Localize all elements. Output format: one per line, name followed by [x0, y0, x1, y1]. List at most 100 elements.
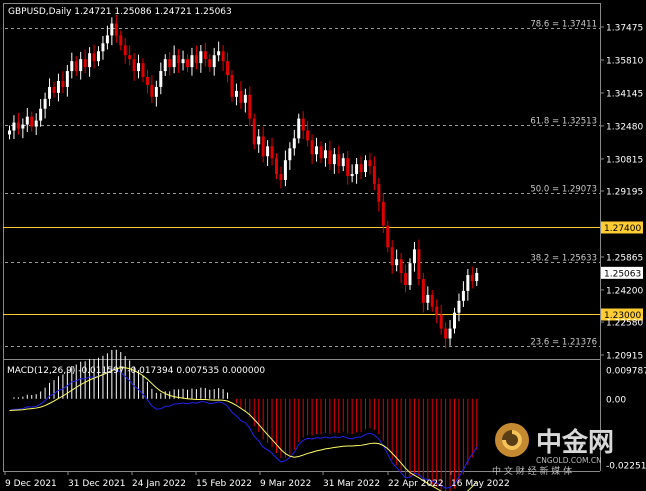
time-label-2: 24 Jan 2022	[132, 479, 186, 489]
price-label-7: 1.24200	[606, 286, 643, 296]
candle-body	[168, 59, 172, 68]
price-label-0: 1.37475	[606, 24, 643, 34]
fib-label-0: 78.6 = 1.37411	[530, 20, 597, 30]
candle-body	[292, 138, 296, 149]
symbol-info: GBPUSD,Daily 1.24721 1.25086 1.24721 1.2…	[8, 7, 232, 17]
candle-body	[74, 61, 78, 72]
price-label-2: 1.34145	[606, 89, 643, 99]
candle-body	[381, 201, 385, 226]
fib-label-3: 38.2 = 1.25633	[530, 254, 597, 264]
candle-body	[56, 80, 60, 93]
watermark-domain: CNGOLD.COM.CN	[536, 456, 602, 465]
candle-body	[453, 312, 456, 329]
cngold-logo-icon	[495, 423, 529, 457]
candle-body	[288, 148, 292, 161]
candle-body	[230, 75, 234, 97]
candle-body	[395, 259, 399, 266]
candle-body	[368, 160, 372, 167]
candle-body	[337, 154, 341, 167]
candle-body	[123, 45, 127, 56]
time-label-6: 22 Apr 2022	[388, 479, 444, 489]
candle-body	[221, 51, 225, 62]
candle-body	[177, 55, 181, 64]
candle-body	[435, 306, 439, 315]
time-label-5: 31 Mar 2022	[323, 479, 380, 489]
candle-body	[266, 146, 270, 157]
candle-body	[448, 328, 452, 339]
candle-body	[159, 71, 163, 87]
time-label-7: 16 May 2022	[451, 479, 510, 489]
candle-body	[275, 158, 278, 175]
candle-body	[119, 35, 123, 46]
candle-body	[323, 150, 327, 159]
candle-body	[101, 43, 105, 52]
candle-body	[257, 136, 261, 145]
price-label-8: 1.22580	[606, 319, 643, 329]
candle-body	[30, 116, 34, 127]
candle-body	[132, 59, 136, 72]
candle-body	[65, 71, 69, 87]
key-level-text-0: 1.27400	[604, 224, 641, 234]
candle-body	[226, 61, 230, 76]
macd-axis-label-0: 0.009787	[606, 367, 646, 377]
candle-body	[283, 160, 287, 181]
candle-body	[203, 51, 207, 60]
candle-body	[261, 136, 265, 157]
candle-body	[16, 122, 20, 129]
candle-body	[444, 328, 448, 339]
candle-body	[43, 98, 47, 109]
current-price-text: 1.25063	[604, 269, 641, 279]
candle-body	[186, 59, 189, 68]
candle-body	[92, 53, 96, 62]
candle-body	[145, 77, 149, 85]
fib-label-1: 61.8 = 1.32513	[530, 117, 597, 127]
candle-body	[114, 23, 118, 36]
candle-body	[346, 158, 350, 177]
candle-body	[332, 154, 336, 165]
fib-label-4: 23.6 = 1.21376	[530, 338, 597, 348]
candle-body	[194, 55, 198, 64]
candle-body	[279, 174, 283, 181]
price-label-1: 1.35810	[606, 56, 643, 66]
price-label-6: 1.25865	[606, 253, 643, 263]
candle-body	[341, 158, 345, 167]
candle-body	[25, 116, 29, 125]
candle-body	[154, 86, 158, 97]
candle-body	[172, 55, 176, 68]
candle-body	[48, 86, 52, 99]
price-label-4: 1.30815	[606, 155, 643, 165]
candle-body	[470, 275, 474, 282]
candle-body	[105, 35, 109, 44]
candle-body	[181, 59, 185, 64]
candle-body	[461, 290, 465, 301]
candle-body	[61, 80, 65, 87]
candle-body	[141, 63, 145, 78]
candle-body	[390, 247, 394, 266]
candle-body	[163, 59, 167, 72]
fib-label-2: 50.0 = 1.29073	[530, 185, 597, 195]
time-label-3: 15 Feb 2022	[196, 479, 252, 489]
price-label-9: 1.20915	[606, 352, 643, 362]
candle-body	[190, 55, 194, 68]
candle-body	[319, 146, 323, 159]
candle-body	[128, 55, 132, 60]
time-label-4: 9 Mar 2022	[260, 479, 311, 489]
candle-body	[457, 300, 461, 313]
candle-body	[234, 90, 238, 97]
candle-body	[212, 55, 216, 68]
candle-body	[377, 183, 381, 202]
candle-body	[310, 140, 314, 155]
candle-body	[252, 118, 256, 145]
candle-body	[408, 263, 412, 285]
candle-body	[8, 130, 11, 135]
candle-body	[70, 61, 74, 72]
candle-body	[239, 90, 243, 103]
candle-body	[426, 294, 430, 303]
time-label-1: 31 Dec 2021	[68, 479, 126, 489]
candle-body	[359, 164, 363, 173]
candle-body	[386, 225, 390, 248]
candle-body	[150, 84, 154, 97]
candle-body	[243, 94, 247, 103]
candle-body	[466, 275, 470, 291]
candle-body	[83, 59, 87, 68]
